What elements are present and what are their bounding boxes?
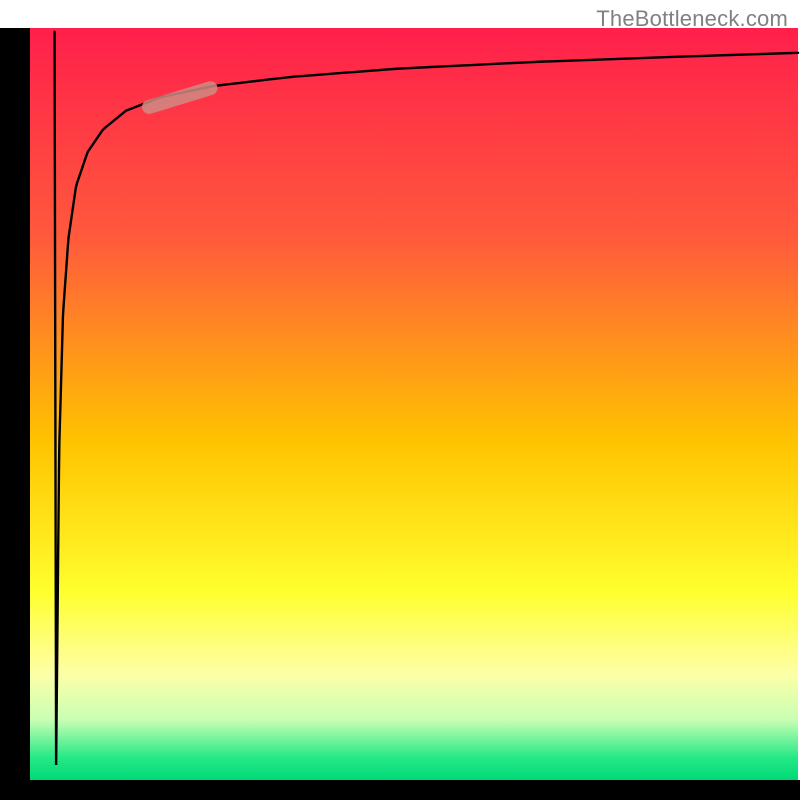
chart-svg (0, 0, 800, 800)
attribution-text: TheBottleneck.com (596, 6, 788, 32)
y-axis-frame (0, 28, 30, 800)
x-axis-frame (0, 780, 800, 800)
chart-container: TheBottleneck.com (0, 0, 800, 800)
plot-background (30, 28, 798, 780)
